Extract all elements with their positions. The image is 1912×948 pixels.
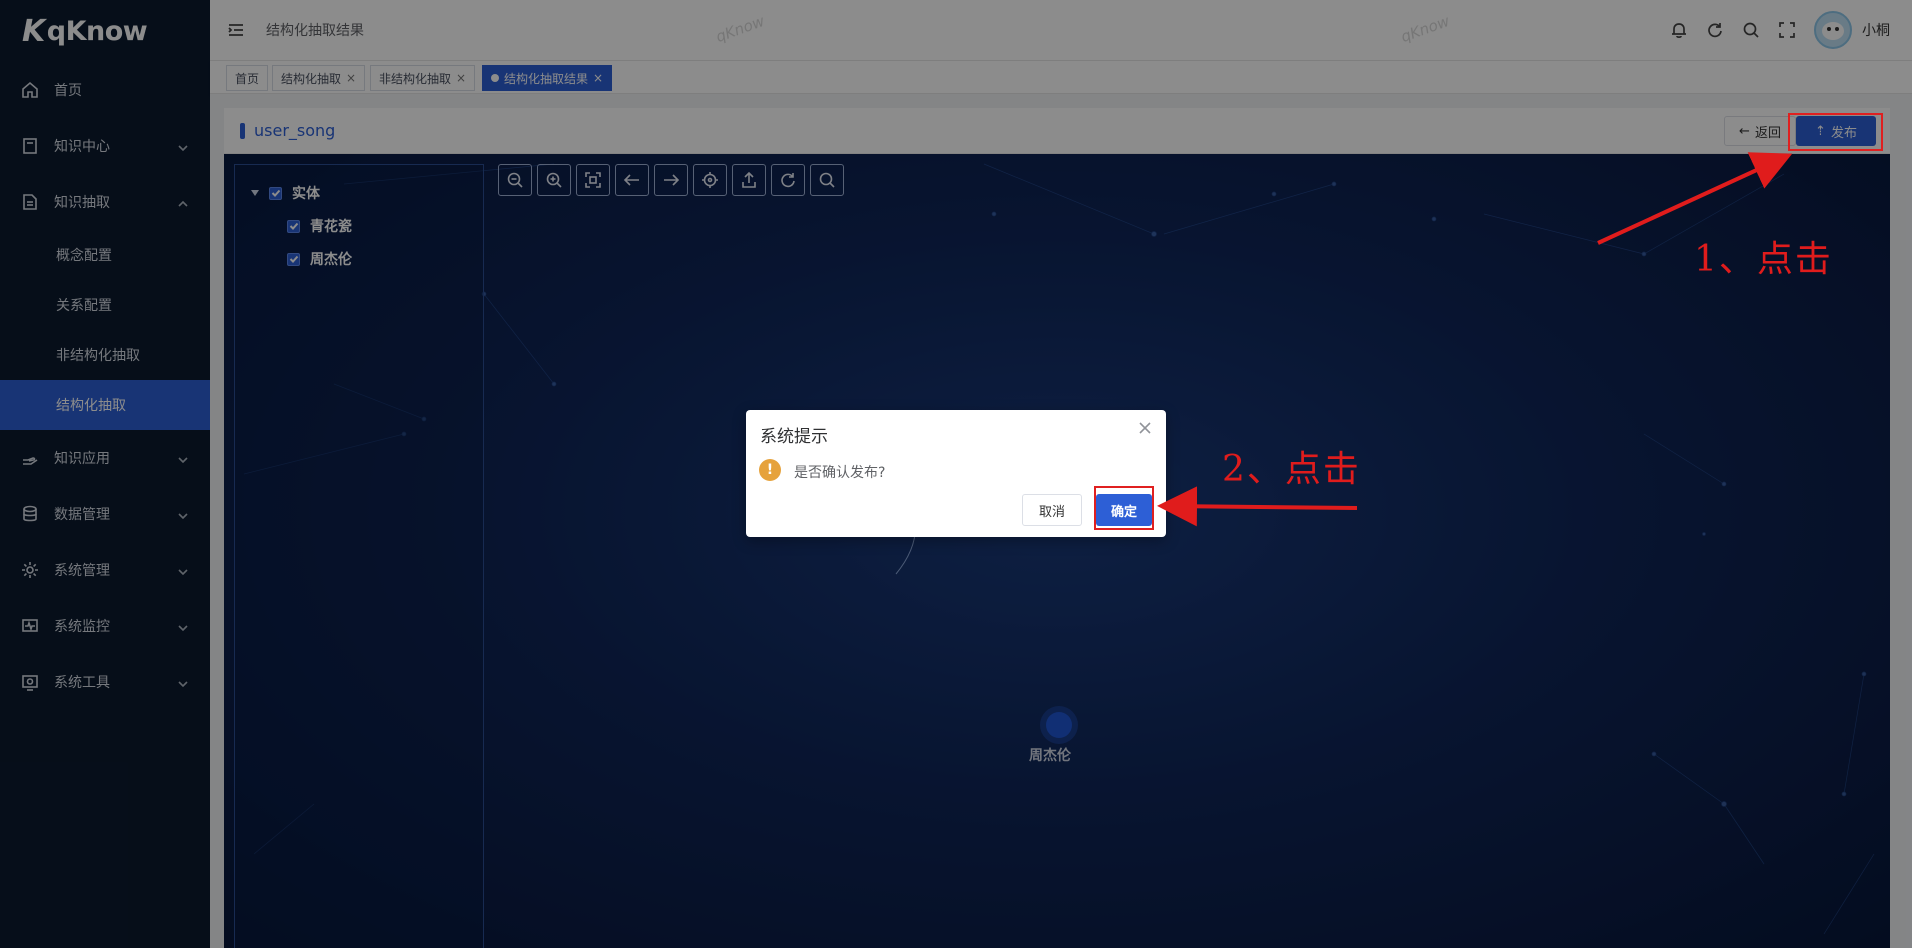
annotation-step-2: 2、点击 xyxy=(1222,449,1361,490)
highlight-box-confirm xyxy=(1094,486,1154,530)
annotation-step-1: 1、点击 xyxy=(1694,239,1833,280)
close-icon[interactable] xyxy=(1138,420,1152,434)
cancel-button[interactable]: 取消 xyxy=(1022,494,1082,526)
dialog-title: 系统提示 xyxy=(760,427,828,447)
dialog-message: 是否确认发布? xyxy=(794,465,886,481)
highlight-box-publish xyxy=(1788,113,1883,151)
warning-icon: ! xyxy=(759,459,781,481)
cancel-label: 取消 xyxy=(1038,504,1065,520)
